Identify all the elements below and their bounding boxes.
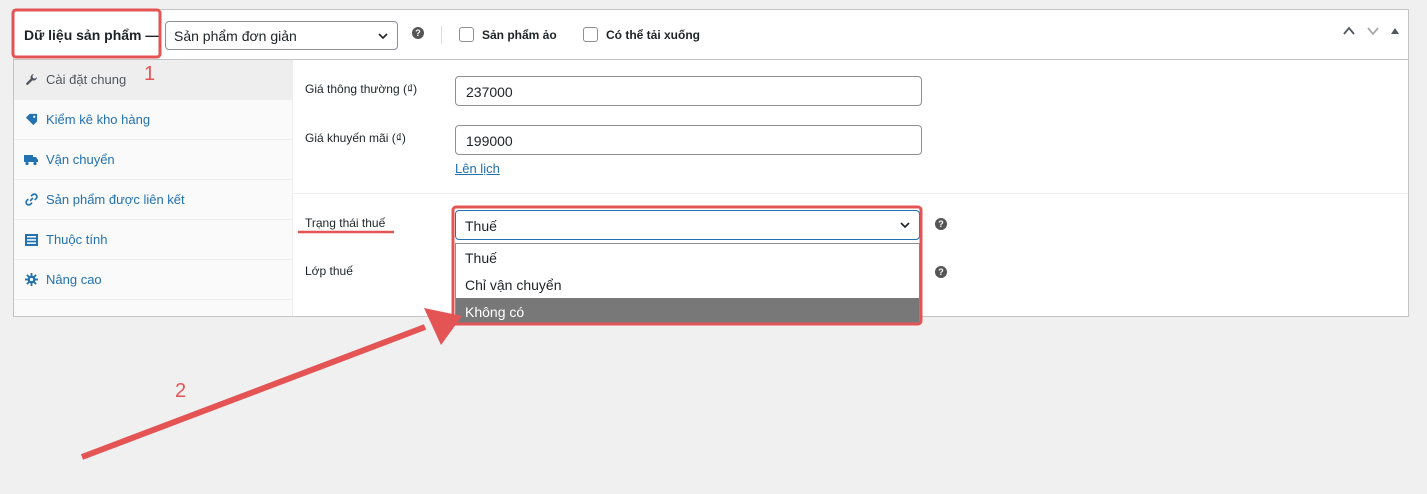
annotation-arrow-head xyxy=(424,308,462,345)
annotation-box-dropdown xyxy=(451,205,923,326)
annotation-overlay xyxy=(11,8,923,460)
annotation-arrow-shaft xyxy=(80,324,427,460)
annotation-number-1: 1 xyxy=(144,63,156,85)
annotation-number-2: 2 xyxy=(175,380,187,402)
annotation-box-title xyxy=(11,8,162,59)
